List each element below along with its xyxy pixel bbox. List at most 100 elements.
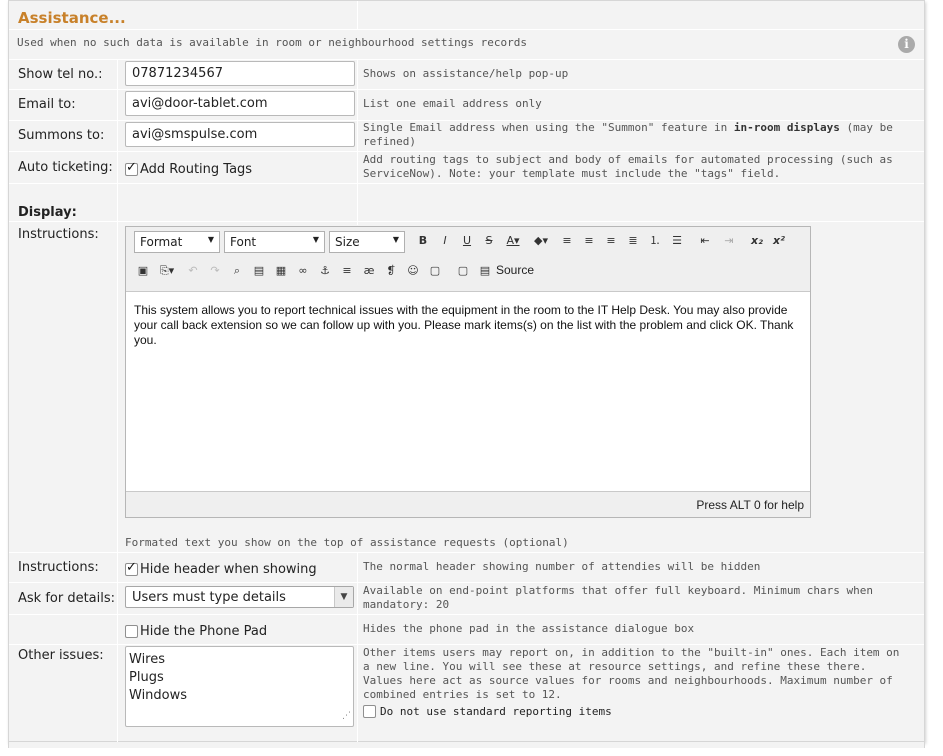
row-divider [9, 614, 924, 615]
indent-icon[interactable]: ⇥ [720, 232, 738, 250]
row-divider [9, 151, 924, 152]
ticketing-label: Auto ticketing: [18, 160, 113, 175]
ticketing-checkbox-row[interactable]: Add Routing Tags [125, 159, 252, 178]
bullet-list-icon[interactable]: ☰ [668, 232, 686, 250]
list-item: Plugs [129, 670, 164, 685]
chevron-down-icon: ▼ [312, 235, 319, 244]
align-right-icon[interactable]: ≡ [602, 232, 620, 250]
link-icon[interactable]: ∞ [294, 262, 312, 280]
standard-items-checkbox[interactable] [363, 705, 376, 718]
tel-hint: Shows on assistance/help pop-up [363, 67, 569, 80]
editor-help-hint: Press ALT 0 for help [696, 498, 804, 512]
background-color-icon[interactable]: ◆▾ [532, 232, 550, 250]
undo-icon[interactable]: ↶ [184, 262, 202, 280]
list-item: Windows [129, 688, 188, 703]
source-button[interactable]: Source [496, 263, 534, 277]
routing-tags-label: Add Routing Tags [140, 162, 253, 177]
ticketing-hint: Add routing tags to subject and body of … [363, 153, 893, 180]
other-issues-label: Other issues: [18, 648, 104, 663]
rich-text-editor: Format ▼ Font ▼ Size ▼ B I U S A▾ ◆▾ ≡ ≡ ≡ … [125, 226, 811, 518]
justify-icon[interactable]: ≣ [624, 232, 642, 250]
column-divider [117, 59, 118, 743]
horizontal-rule-icon[interactable]: ≡ [338, 262, 356, 280]
hide-phone-pad-label: Hide the Phone Pad [140, 624, 268, 639]
find-icon[interactable]: ⌕ [228, 262, 246, 280]
details-hint: Available on end-point platforms that of… [363, 584, 873, 611]
column-divider [357, 1, 358, 29]
instructions-hint: Formated text you show on the top of ass… [125, 536, 569, 549]
paste-icon[interactable]: ⎘▾ [158, 262, 176, 280]
align-center-icon[interactable]: ≡ [580, 232, 598, 250]
tel-label: Show tel no.: [18, 67, 103, 82]
instructions-header-label: Instructions: [18, 560, 99, 575]
display-heading: Display: [18, 205, 77, 220]
column-divider [357, 59, 358, 225]
section-title: Assistance... [18, 9, 126, 27]
bold-icon[interactable]: B [414, 232, 432, 250]
chevron-down-icon: ▼ [207, 235, 214, 244]
hide-header-checkbox[interactable] [125, 560, 138, 576]
special-char-icon[interactable]: æ [360, 262, 378, 280]
size-dropdown[interactable]: Size ▼ [329, 231, 405, 253]
email-input[interactable]: avi@door-tablet.com [125, 91, 355, 116]
format-dropdown[interactable]: Format ▼ [134, 231, 220, 253]
summons-hint: Single Email address when using the "Sum… [363, 121, 893, 148]
other-issues-hint: Other items users may report on, in addi… [363, 646, 900, 701]
font-dropdown[interactable]: Font ▼ [224, 231, 325, 253]
hide-header-hint: The normal header showing number of atte… [363, 560, 761, 573]
smiley-icon[interactable]: ☺ [404, 262, 422, 280]
row-divider [9, 644, 924, 645]
list-item: Wires [129, 652, 166, 667]
phone-pad-hint: Hides the phone pad in the assistance di… [363, 622, 695, 635]
chevron-down-icon: ▼ [392, 235, 399, 244]
row-divider [9, 29, 924, 30]
email-hint: List one email address only [363, 97, 542, 110]
anchor-icon[interactable]: ⚓ [316, 262, 334, 280]
underline-icon[interactable]: U [458, 232, 476, 250]
column-divider [357, 552, 358, 743]
outdent-icon[interactable]: ⇤ [696, 232, 714, 250]
details-selected-value: Users must type details [132, 590, 286, 605]
tel-input[interactable]: 07871234567 [125, 61, 355, 86]
standard-items-label: Do not use standard reporting items [380, 704, 612, 718]
iframe-icon[interactable]: ▢ [426, 262, 444, 280]
image-icon[interactable]: ▣ [134, 262, 152, 280]
standard-items-row[interactable]: Do not use standard reporting items [363, 701, 612, 720]
row-divider [9, 552, 924, 553]
hide-header-row[interactable]: Hide header when showing [125, 559, 317, 578]
resize-grip-icon[interactable]: ⋰ [342, 707, 351, 725]
row-divider [9, 183, 924, 184]
chevron-down-icon[interactable]: ▼ [334, 587, 353, 607]
hide-header-label: Hide header when showing [140, 562, 317, 577]
editor-content-area[interactable]: This system allows you to report technic… [126, 291, 810, 492]
details-label: Ask for details: [18, 591, 116, 606]
hide-phone-pad-checkbox[interactable] [125, 625, 138, 638]
numbered-list-icon[interactable]: ⒈ [646, 232, 664, 250]
info-icon[interactable]: i [898, 36, 915, 53]
routing-tags-checkbox[interactable] [125, 160, 138, 176]
row-divider [9, 89, 924, 90]
summons-label: Summons to: [18, 128, 105, 143]
row-divider [9, 582, 924, 583]
text-color-icon[interactable]: A▾ [504, 232, 522, 250]
summons-input[interactable]: avi@smspulse.com [125, 122, 355, 147]
align-left-icon[interactable]: ≡ [558, 232, 576, 250]
flash-icon[interactable]: ▤ [250, 262, 268, 280]
row-divider [9, 221, 924, 222]
row-divider [9, 59, 924, 60]
italic-icon[interactable]: I [436, 232, 454, 250]
instructions-label: Instructions: [18, 227, 99, 242]
source-icon[interactable]: ▤ [476, 262, 494, 280]
superscript-icon[interactable]: x² [770, 232, 788, 250]
page-break-icon[interactable]: ❡ [382, 262, 400, 280]
strikethrough-icon[interactable]: S [480, 232, 498, 250]
maximize-icon[interactable]: ▢ [454, 262, 472, 280]
subscript-icon[interactable]: x₂ [748, 232, 766, 250]
editor-status-bar: Press ALT 0 for help [126, 493, 810, 517]
other-issues-textarea[interactable]: Wires Plugs Windows ⋰ [125, 646, 354, 727]
email-label: Email to: [18, 97, 76, 112]
details-select[interactable]: Users must type details ▼ [125, 586, 354, 608]
phone-pad-row[interactable]: Hide the Phone Pad [125, 621, 267, 640]
table-icon[interactable]: ▦ [272, 262, 290, 280]
redo-icon[interactable]: ↷ [206, 262, 224, 280]
